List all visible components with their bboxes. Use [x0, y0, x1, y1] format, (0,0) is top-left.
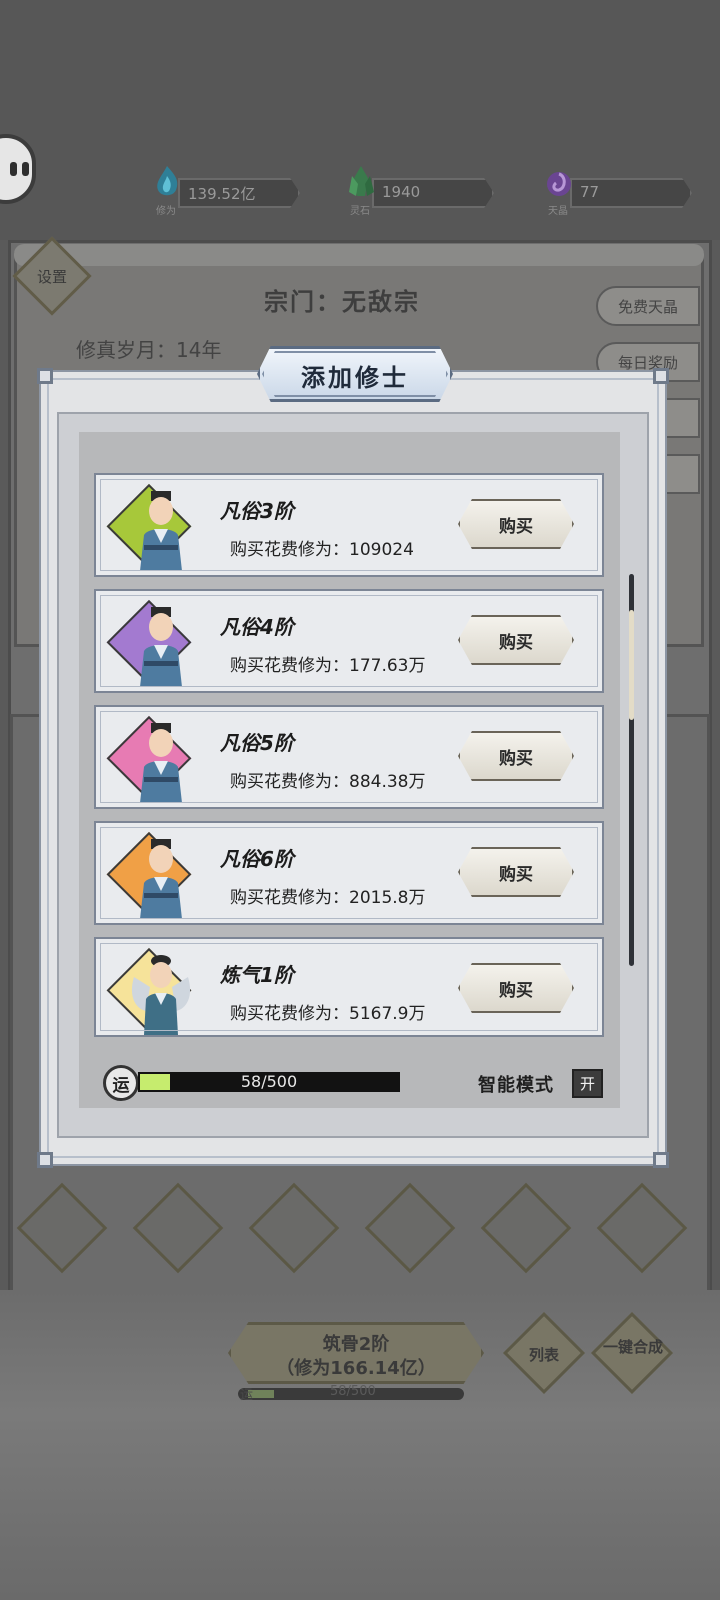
list-item: 凡俗4阶 购买花费修为：177.63万 购买: [94, 589, 604, 693]
buy-button[interactable]: 购买: [458, 963, 574, 1013]
list-scrollbar-thumb[interactable]: [629, 610, 634, 720]
smart-mode-label: 智能模式: [478, 1075, 554, 1096]
banner-rod: [14, 244, 704, 266]
cultivator-portrait-icon: [140, 839, 182, 919]
cost-label: 购买花费修为：: [230, 656, 349, 676]
resource-value: 139.52亿: [188, 185, 256, 203]
cost-text: 购买花费修为：5167.9万: [230, 999, 425, 1024]
current-realm-cultivation: （修为166.14亿）: [276, 1358, 436, 1379]
smart-mode-toggle[interactable]: 开: [572, 1069, 603, 1098]
cultivator-name: 凡俗4阶: [220, 615, 294, 639]
settings-label: 设置: [36, 268, 67, 286]
cultivator-name: 凡俗5阶: [220, 731, 294, 755]
cost-text: 购买花费修为：2015.8万: [230, 883, 425, 908]
cost-label: 购买花费修为：: [230, 888, 349, 908]
resource-value: 77: [580, 183, 600, 201]
frame-corner: [37, 368, 53, 384]
resource-caption: 灵石: [350, 206, 370, 217]
green-crystal-icon: [349, 166, 374, 196]
resource-spirit-stone: 1940 灵石: [346, 166, 496, 217]
cultivator-name: 凡俗3阶: [220, 499, 294, 523]
list-item: 凡俗6阶 购买花费修为：2015.8万 购买: [94, 821, 604, 925]
frame-corner: [653, 1152, 669, 1168]
bottom-luck-value: 58/500: [330, 1384, 376, 1399]
cost-label: 购买花费修为：: [230, 772, 349, 792]
resource-sky-crystal: 77 天晶: [544, 172, 694, 217]
frame-corner: [653, 368, 669, 384]
dialog-title: 添加修士: [301, 364, 409, 392]
purple-swirl-icon: [547, 172, 571, 196]
cost-value: 884.38万: [349, 772, 426, 792]
cost-value: 5167.9万: [349, 1004, 426, 1024]
cost-text: 购买花费修为：109024: [230, 535, 414, 560]
buy-button[interactable]: 购买: [458, 731, 574, 781]
list-item: 凡俗3阶 购买花费修为：109024 购买: [94, 473, 604, 577]
cultivator-portrait-icon: [131, 955, 191, 1035]
list-item: 凡俗5阶 购买花费修为：884.38万 购买: [94, 705, 604, 809]
bottom-luck-icon: 运: [240, 1388, 254, 1403]
resource-caption: 天晶: [548, 206, 568, 217]
buy-button[interactable]: 购买: [458, 615, 574, 665]
cost-label: 购买花费修为：: [230, 1004, 349, 1024]
cost-value: 177.63万: [349, 656, 426, 676]
list-item: 炼气1阶 购买花费修为：5167.9万 购买: [94, 937, 604, 1037]
resource-cultivation: 139.52亿 修为: [152, 166, 302, 217]
cost-text: 购买花费修为：884.38万: [230, 767, 425, 792]
cost-value: 109024: [349, 540, 414, 560]
merge-all-label: 一键合成: [602, 1338, 663, 1356]
frame-corner: [37, 1152, 53, 1168]
cost-value: 2015.8万: [349, 888, 426, 908]
luck-progress-value: 58/500: [240, 1072, 298, 1091]
cultivator-name: 炼气1阶: [220, 963, 294, 987]
cost-text: 购买花费修为：177.63万: [230, 651, 425, 676]
buy-button[interactable]: 购买: [458, 847, 574, 897]
buy-button[interactable]: 购买: [458, 499, 574, 549]
cultivator-name: 凡俗6阶: [220, 847, 294, 871]
luck-icon: 运: [103, 1065, 139, 1101]
sect-title: 宗门：无敌宗: [264, 288, 420, 316]
blue-flame-gem-icon: [157, 166, 178, 196]
cultivation-years: 修真岁月：14年: [76, 338, 222, 362]
cultivator-portrait-icon: [140, 607, 182, 687]
list-label: 列表: [528, 1346, 559, 1364]
cultivator-portrait-icon: [140, 491, 182, 571]
cultivator-portrait-icon: [140, 723, 182, 803]
resource-value: 1940: [382, 183, 421, 201]
cost-label: 购买花费修为：: [230, 540, 349, 560]
free-crystal-button[interactable]: 免费天晶: [596, 286, 700, 326]
current-realm-name: 筑骨2阶: [322, 1334, 390, 1355]
resource-caption: 修为: [156, 206, 176, 217]
